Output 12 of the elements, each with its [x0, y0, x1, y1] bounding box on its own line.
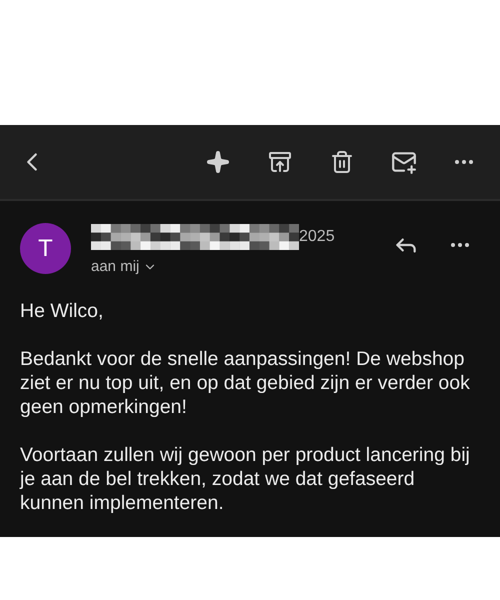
archive-icon — [268, 150, 292, 174]
date: 2025 — [299, 227, 335, 247]
more-icon — [455, 160, 473, 164]
recipient-label: aan mij — [91, 257, 140, 277]
recipient-toggle[interactable]: aan mij — [91, 256, 335, 278]
more-icon — [451, 243, 469, 247]
message-paragraph: He Wilco, — [20, 298, 104, 322]
sparkle-icon — [206, 150, 230, 174]
trash-icon — [330, 150, 354, 174]
message-paragraph: Bedankt voor de snelle aanpassingen! De webshop ziet er nu top uit, en op dat gebied zijn er verder ook geen opmerkingen! — [20, 346, 471, 418]
message-paragraph: Voortaan zullen wij gewoon per product lancering bij je aan de bel trekken, zodat we dat gefaseerd kunnen implementeren. — [20, 442, 471, 514]
avatar: T — [20, 223, 71, 274]
